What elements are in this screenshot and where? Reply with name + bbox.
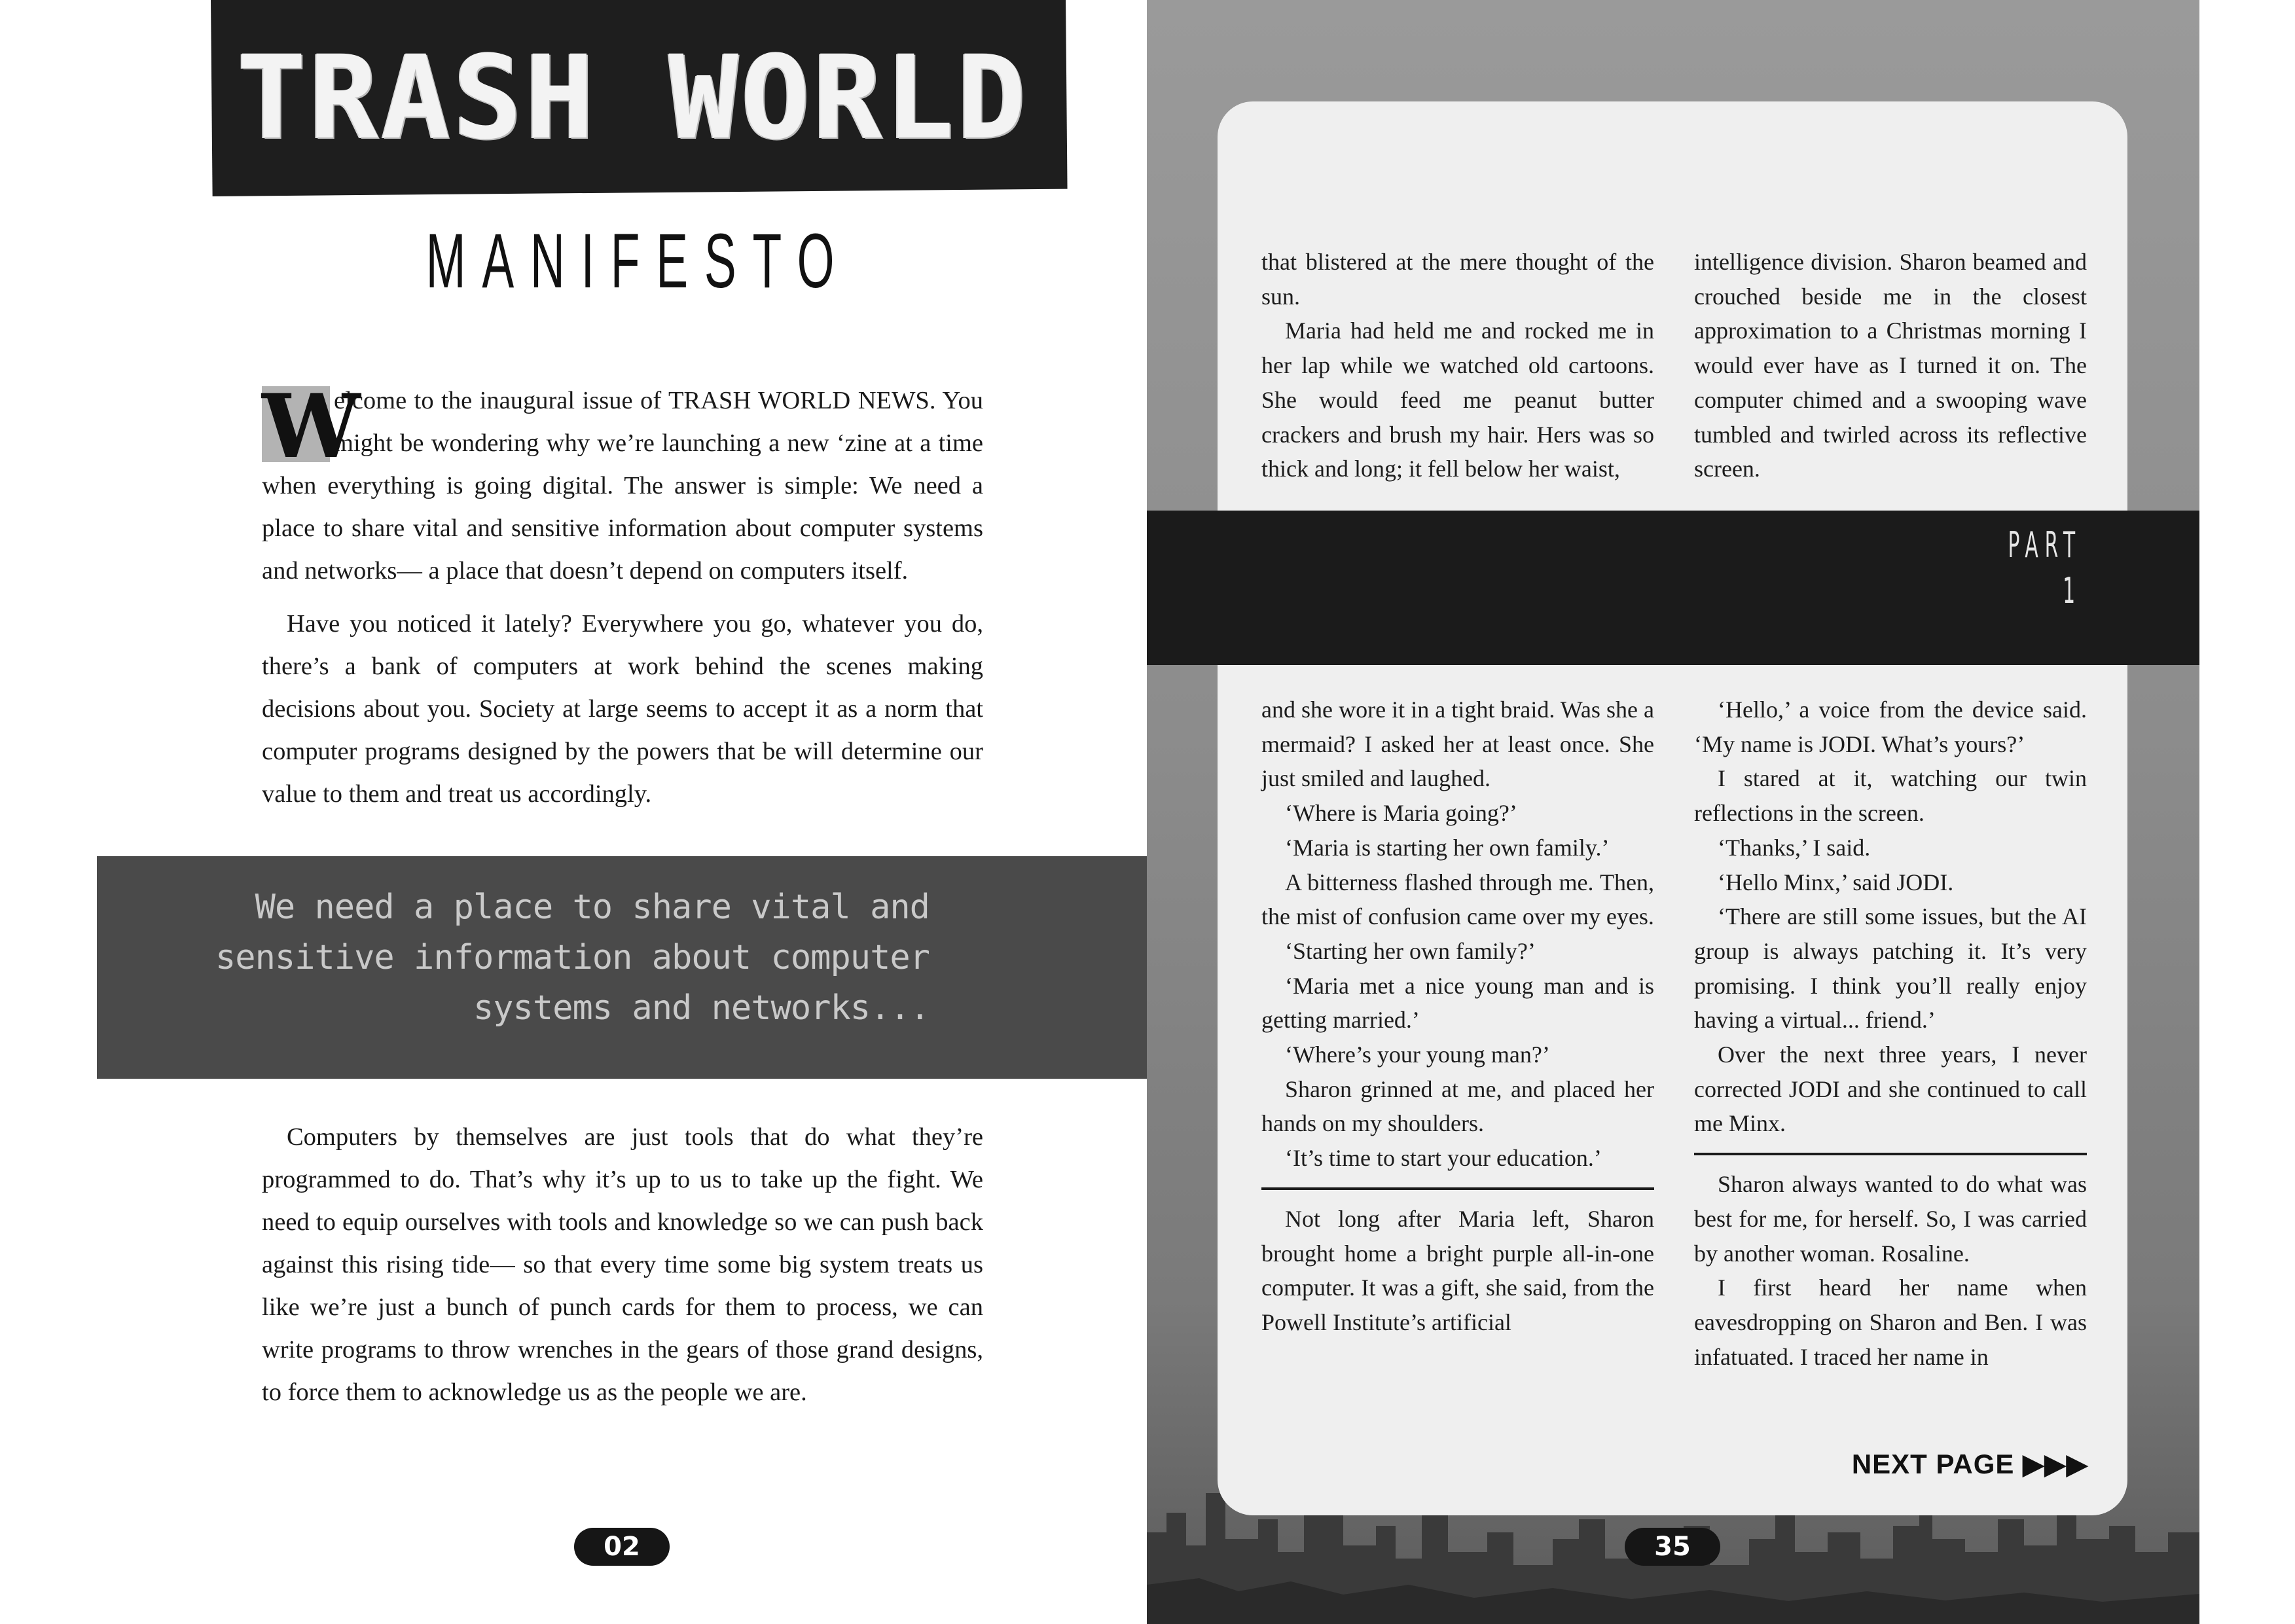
section-divider xyxy=(1694,1153,2087,1156)
section-divider xyxy=(1261,1187,1654,1190)
story-paragraph: ‘Starting her own family?’ xyxy=(1285,937,1536,964)
story-paragraph: intelligence division. Sharon beamed and… xyxy=(1694,249,2087,482)
story-paragraph: and she wore it in a tight braid. Was sh… xyxy=(1261,696,1654,792)
pull-quote: We need a place to share vital and sensi… xyxy=(215,888,930,1028)
story-paragraph: ‘There are still some issues, but the AI… xyxy=(1694,903,2087,1034)
story-top-column-1: that blistered at the mere thought of th… xyxy=(1261,245,1654,486)
intro-paragraph-1: Welcome to the inaugural issue of TRASH … xyxy=(262,380,983,592)
intro-paragraph-2: Have you noticed it lately? Everywhere y… xyxy=(262,610,983,808)
story-paragraph: ‘Where’s your young man?’ xyxy=(1285,1041,1550,1068)
next-page-link[interactable]: NEXT PAGE ▶▶▶ xyxy=(1767,1448,2088,1480)
part-label: PART 1 xyxy=(2008,524,2082,611)
page-subtitle: MANIFESTO xyxy=(425,218,851,304)
story-paragraph: Not long after Maria left, Sharon brough… xyxy=(1261,1205,1654,1335)
page-title: TRASH WORLD xyxy=(237,31,1029,165)
intro-text: Welcome to the inaugural issue of TRASH … xyxy=(262,380,983,826)
story-paragraph: ‘Maria met a nice young man and is getti… xyxy=(1261,972,1654,1034)
drop-cap: W xyxy=(262,374,361,478)
story-paragraph: ‘Thanks,’ I said. xyxy=(1718,834,1871,861)
story-top-column-2: intelligence division. Sharon beamed and… xyxy=(1694,245,2087,486)
right-margin xyxy=(2199,0,2295,1624)
outro-text: Computers by themselves are just tools t… xyxy=(262,1116,983,1424)
story-bottom-column-2: ‘Hello,’ a voice from the device said. ‘… xyxy=(1694,693,2087,1374)
pull-quote-band: We need a place to share vital and sensi… xyxy=(97,856,1147,1079)
story-paragraph: Sharon grinned at me, and placed her han… xyxy=(1261,1075,1654,1137)
story-paragraph: I stared at it, watching our twin reflec… xyxy=(1694,765,2087,827)
story-paragraph: ‘Hello Minx,’ said JODI. xyxy=(1718,869,1954,895)
story-paragraph: ‘Where is Maria going?’ xyxy=(1285,800,1517,827)
story-paragraph: that blistered at the mere thought of th… xyxy=(1261,249,1654,310)
story-paragraph: Sharon always wanted to do what was best… xyxy=(1694,1171,2087,1267)
page-number-right: 35 xyxy=(1625,1528,1720,1566)
story-paragraph: Maria had held me and rocked me in her l… xyxy=(1261,317,1654,482)
outro-paragraph: Computers by themselves are just tools t… xyxy=(262,1123,983,1406)
story-paragraph: A bitterness flashed through me. Then, t… xyxy=(1261,869,1654,930)
story-paragraph: ‘It’s time to start your education.’ xyxy=(1285,1145,1602,1172)
story-paragraph: ‘Maria is starting her own family.’ xyxy=(1285,834,1610,861)
story-paragraph: ‘Hello,’ a voice from the device said. ‘… xyxy=(1694,696,2087,757)
story-bottom-column-1: and she wore it in a tight braid. Was sh… xyxy=(1261,693,1654,1340)
page-number-left: 02 xyxy=(574,1528,670,1566)
intro-paragraph-1-text: elcome to the inaugural issue of TRASH W… xyxy=(262,387,983,585)
story-paragraph: Over the next three years, I never corre… xyxy=(1694,1041,2087,1137)
story-paragraph: I first heard her name when eavesdroppin… xyxy=(1694,1274,2087,1370)
